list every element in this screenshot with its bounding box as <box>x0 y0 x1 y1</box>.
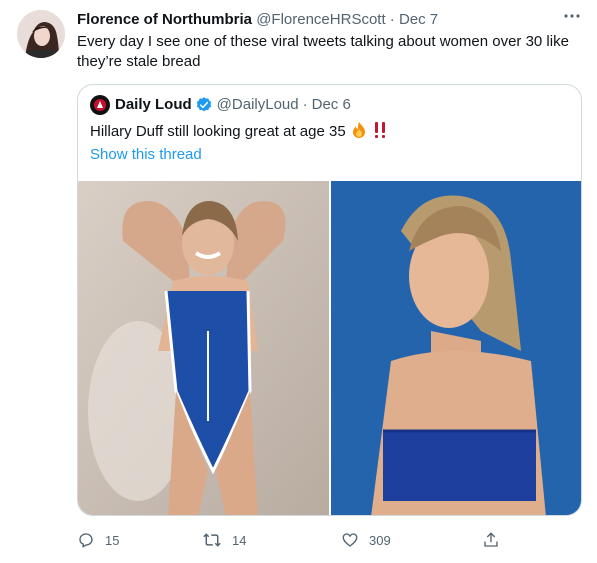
author-name[interactable]: Florence of Northumbria <box>77 11 252 28</box>
fire-icon <box>350 121 368 145</box>
show-thread-link[interactable]: Show this thread <box>90 145 202 165</box>
heart-icon <box>342 533 358 547</box>
retweet-count: 14 <box>232 532 247 548</box>
reply-button[interactable]: 15 <box>77 530 119 550</box>
reply-icon <box>79 533 93 548</box>
quoted-photo-right[interactable] <box>331 181 581 515</box>
quoted-author-handle[interactable]: @DailyLoud <box>217 95 299 115</box>
quoted-photo-left[interactable] <box>78 181 329 515</box>
more-icon[interactable] <box>561 8 583 24</box>
reply-count: 15 <box>105 532 120 548</box>
quoted-author-name[interactable]: Daily Loud <box>115 95 192 115</box>
quoted-separator: · <box>302 96 308 113</box>
like-count: 309 <box>369 532 391 548</box>
tweet[interactable]: Florence of Northumbria @FlorenceHRScott… <box>0 0 597 563</box>
author-avatar[interactable] <box>17 10 65 58</box>
quoted-text-line: Hillary Duff still looking great at age … <box>90 121 388 145</box>
like-button[interactable]: 309 <box>341 530 391 550</box>
tweet-text: Every day I see one of these viral tweet… <box>77 33 569 70</box>
share-icon <box>484 532 498 547</box>
quoted-text: Hillary Duff still looking great at age … <box>90 123 346 140</box>
quoted-avatar[interactable] <box>90 95 110 115</box>
verified-badge-icon <box>195 96 213 114</box>
tweet-date[interactable]: Dec 7 <box>399 11 438 28</box>
header-separator: · <box>389 11 395 28</box>
retweet-icon <box>203 533 221 547</box>
double-exclamation-icon <box>372 121 388 145</box>
action-bar: 15 14 309 <box>77 530 498 550</box>
share-button[interactable] <box>482 530 510 550</box>
tweet-header: Florence of Northumbria @FlorenceHRScott… <box>77 10 567 30</box>
quoted-date[interactable]: Dec 6 <box>312 95 351 115</box>
quoted-header: Daily Loud @DailyLoud · Dec 6 <box>90 95 351 115</box>
quoted-tweet[interactable]: Daily Loud @DailyLoud · Dec 6 Hillary Du… <box>77 84 582 516</box>
retweet-button[interactable]: 14 <box>202 530 246 550</box>
author-handle[interactable]: @FlorenceHRScott <box>256 11 385 28</box>
